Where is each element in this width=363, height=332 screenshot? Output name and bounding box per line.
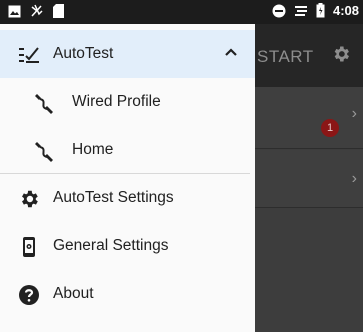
background-list-row[interactable]: › (255, 87, 363, 149)
ethernet-cable-icon (35, 94, 53, 114)
image-icon (8, 5, 21, 17)
do-not-disturb-icon (272, 4, 286, 17)
ethernet-cable-icon (35, 142, 53, 162)
autotest-icon (19, 47, 39, 63)
phone-settings-icon (23, 237, 35, 257)
background-list-row[interactable]: › (255, 150, 363, 208)
gear-icon (22, 190, 38, 208)
battery-icon (316, 3, 325, 18)
chevron-right-icon: › (351, 170, 357, 187)
drawer-item-autotest-settings[interactable]: AutoTest Settings (0, 174, 255, 222)
drawer-item-about[interactable]: About (0, 270, 255, 318)
drawer-item-label: Home (72, 141, 114, 158)
drawer-item-label: About (53, 285, 94, 302)
navigation-drawer: AutoTest Wired Profile Home AutoTest Set… (0, 24, 255, 332)
background-screen: START › 1 › (255, 24, 363, 332)
help-icon (19, 285, 39, 305)
notification-badge: 1 (321, 119, 339, 137)
drawer-item-wired-profile[interactable]: Wired Profile (0, 78, 255, 126)
status-bar: 4:08 (0, 0, 363, 24)
drawer-item-home[interactable]: Home (0, 126, 255, 174)
settings-gear-icon[interactable] (331, 44, 351, 64)
status-time: 4:08 (332, 3, 359, 18)
drawer-item-label: AutoTest (53, 45, 114, 62)
drawer-item-label: AutoTest Settings (53, 189, 174, 206)
network-icon (294, 5, 307, 16)
start-button[interactable]: START (257, 47, 314, 67)
drawer-item-general-settings[interactable]: General Settings (0, 222, 255, 270)
drawer-item-autotest[interactable]: AutoTest (0, 30, 255, 78)
sd-card-icon (53, 4, 64, 18)
chevron-right-icon: › (351, 105, 357, 122)
drawer-item-label: Wired Profile (72, 93, 161, 110)
no-signal-icon (31, 4, 43, 17)
drawer-item-label: General Settings (53, 237, 169, 254)
background-toolbar: START (255, 24, 363, 87)
chevron-up-icon[interactable] (224, 45, 238, 59)
